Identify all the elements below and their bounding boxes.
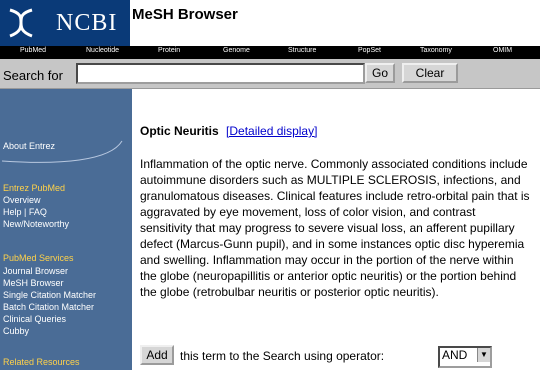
go-button[interactable]: Go <box>365 63 395 83</box>
sidebar-item-journal-browser[interactable]: Journal Browser <box>3 266 68 276</box>
chevron-down-icon[interactable]: ▼ <box>477 348 490 362</box>
term-definition: Inflammation of the optic nerve. Commonl… <box>140 157 530 299</box>
ncbi-logo[interactable]: NCBI <box>0 0 130 46</box>
header: NCBI MeSH Browser <box>0 0 540 46</box>
operator-select[interactable]: AND ▼ <box>438 346 492 368</box>
sidebar-item-mesh-browser[interactable]: MeSH Browser <box>3 278 64 288</box>
nav-genome[interactable]: Genome <box>223 47 250 54</box>
sidebar-item-overview[interactable]: Overview <box>3 195 41 205</box>
add-term-row: Add this term to the Search using operat… <box>140 345 540 368</box>
logo-text: NCBI <box>56 10 118 36</box>
helix-icon <box>9 8 33 38</box>
nav-popset[interactable]: PopSet <box>358 47 381 54</box>
sidebar-item-new-noteworthy[interactable]: New/Noteworthy <box>3 219 69 229</box>
database-nav-bar: PubMed Nucleotide Protein Genome Structu… <box>0 46 540 59</box>
sidebar: About Entrez Entrez PubMed Overview Help… <box>0 89 132 370</box>
sidebar-item-clinical-queries[interactable]: Clinical Queries <box>3 314 66 324</box>
nav-omim[interactable]: OMIM <box>493 47 512 54</box>
add-term-label: this term to the Search using operator: <box>180 349 385 363</box>
add-button[interactable]: Add <box>140 345 174 365</box>
nav-nucleotide[interactable]: Nucleotide <box>86 47 119 54</box>
term-name: Optic Neuritis <box>140 124 219 138</box>
sidebar-heading-entrez-pubmed: Entrez PubMed <box>3 183 66 193</box>
nav-taxonomy[interactable]: Taxonomy <box>420 47 452 54</box>
sidebar-heading-related-resources: Related Resources <box>3 357 80 367</box>
search-bar: Search for Go Clear <box>0 59 540 89</box>
swoosh-decoration <box>1 140 123 163</box>
sidebar-item-cubby[interactable]: Cubby <box>3 326 29 336</box>
sidebar-item-help-faq[interactable]: Help | FAQ <box>3 207 47 217</box>
search-label: Search for <box>3 68 63 83</box>
clear-button[interactable]: Clear <box>402 63 458 83</box>
sidebar-item-single-citation-matcher[interactable]: Single Citation Matcher <box>3 290 96 300</box>
term-heading: Optic Neuritis [Detailed display] <box>140 124 317 138</box>
nav-pubmed[interactable]: PubMed <box>20 47 46 54</box>
sidebar-heading-pubmed-services: PubMed Services <box>3 253 74 263</box>
detailed-display-link[interactable]: [Detailed display] <box>226 124 317 138</box>
search-input[interactable] <box>76 63 365 84</box>
nav-protein[interactable]: Protein <box>158 47 180 54</box>
sidebar-item-batch-citation-matcher[interactable]: Batch Citation Matcher <box>3 302 94 312</box>
nav-structure[interactable]: Structure <box>288 47 316 54</box>
operator-value: AND <box>442 348 468 362</box>
page-title: MeSH Browser <box>132 6 238 23</box>
